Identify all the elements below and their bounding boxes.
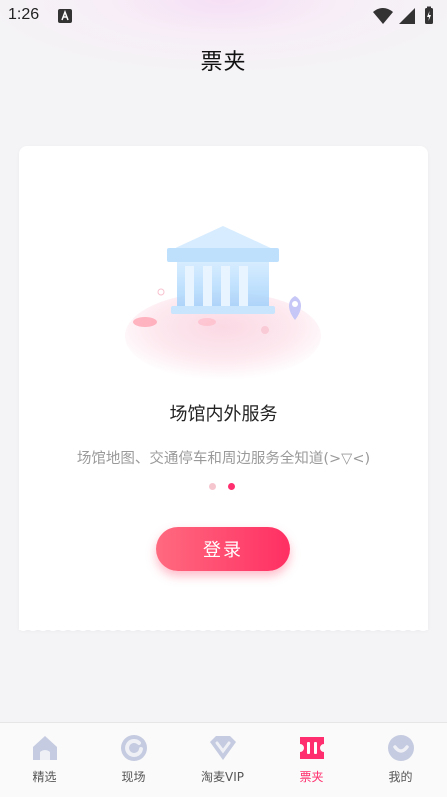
live-icon [120,735,147,761]
status-bar: 1:26 [0,0,447,32]
card-heading: 场馆内外服务 [169,404,278,425]
card-scalloped-edge [19,626,428,631]
tab-vip[interactable]: 淘麦VIP [178,723,267,797]
tab-label: 精选 [32,770,57,784]
bottom-tab-bar: 精选 现场 淘麦VIP 票夹 我的 [0,722,447,797]
tab-ticket-wallet[interactable]: 票夹 [267,723,356,797]
tab-live[interactable]: 现场 [89,723,178,797]
carousel-indicator [209,483,249,491]
battery-icon [425,6,433,24]
tab-profile[interactable]: 我的 [356,723,445,797]
tab-featured[interactable]: 精选 [0,723,89,797]
vip-diamond-icon [209,736,236,760]
status-icons [373,6,433,24]
tab-label: 票夹 [299,770,324,784]
ticket-icon [299,737,324,759]
wifi-icon [373,8,393,24]
page-title: 票夹 [200,50,247,75]
tab-label: 我的 [388,770,413,784]
info-card: 场馆内外服务 场馆地图、交通停车和周边服务全知道(>▽<) 登录 [19,146,428,630]
status-time: 1:26 [8,6,40,23]
carousel-dot-active[interactable] [228,483,235,490]
tab-label: 淘麦VIP [201,770,244,784]
tab-label: 现场 [121,770,146,784]
home-icon [32,736,57,760]
accessibility-notification-icon [58,9,72,23]
login-button[interactable]: 登录 [156,527,290,571]
card-description: 场馆地图、交通停车和周边服务全知道(>▽<) [76,451,371,467]
venue-illustration [125,226,321,380]
profile-icon [387,735,414,761]
signal-icon [399,8,415,24]
carousel-dot[interactable] [209,483,216,490]
